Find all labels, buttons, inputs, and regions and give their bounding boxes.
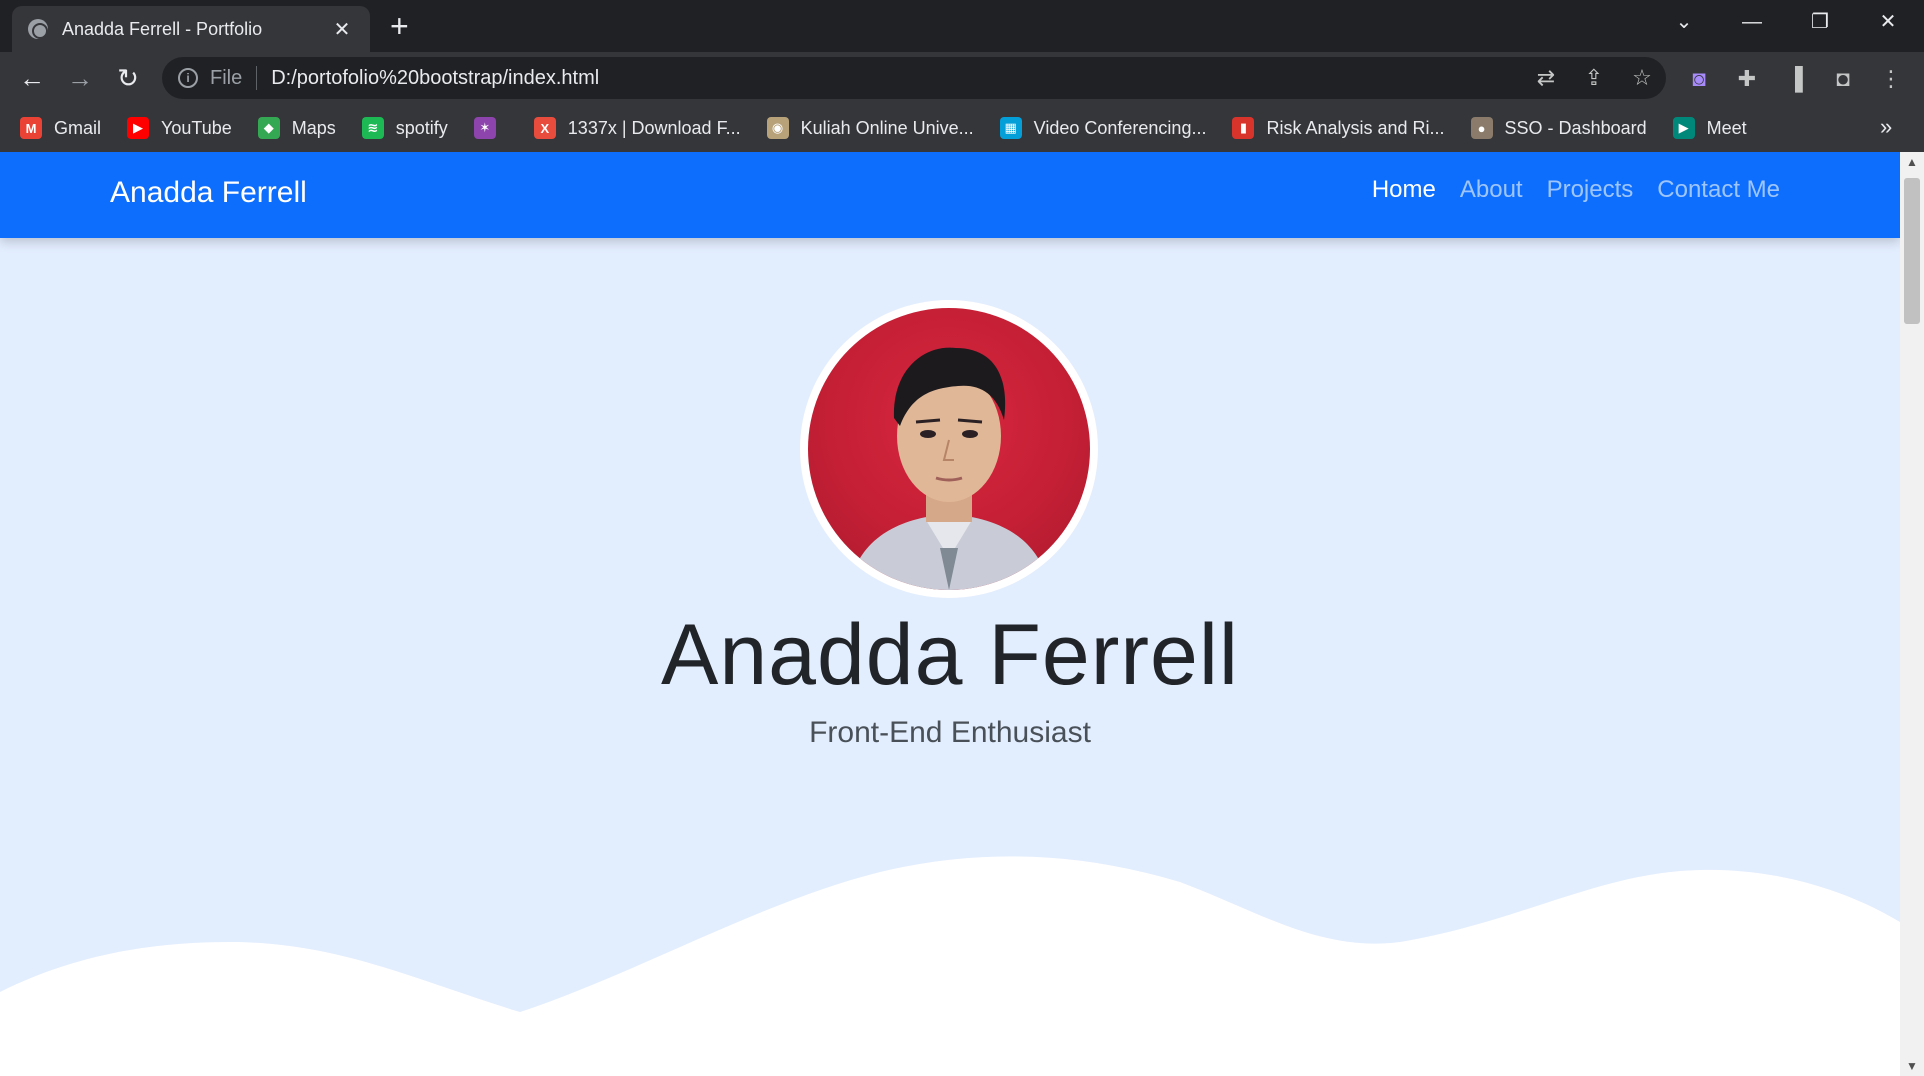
bookmark-item[interactable]: ● SSO - Dashboard [1470, 117, 1647, 139]
bookmark-item[interactable]: ▮ Risk Analysis and Ri... [1232, 117, 1445, 139]
menu-icon[interactable]: ⋮ [1874, 62, 1908, 96]
minimize-button[interactable]: — [1732, 6, 1772, 38]
chart-icon: ▮ [1232, 117, 1255, 139]
globe-icon [28, 19, 48, 39]
bookmark-label: Kuliah Online Unive... [800, 117, 974, 138]
address-bar[interactable]: i File D:/portofolio%20bootstrap/index.h… [162, 57, 1666, 99]
url-text[interactable]: D:/portofolio%20bootstrap/index.html [271, 67, 599, 90]
divider [256, 66, 258, 90]
extension-icon[interactable]: ◙ [1682, 62, 1716, 96]
bookmark-item[interactable]: ✶ [473, 117, 508, 139]
gmail-icon: M [20, 117, 42, 139]
scheme-label: File [210, 66, 243, 89]
site-navbar: Anadda Ferrell Home About Projects Conta… [0, 152, 1900, 238]
wave-divider [0, 856, 1900, 1076]
maps-icon: ◆ [257, 117, 280, 139]
tab-strip: Anadda Ferrell - Portfolio ✕ + ⌄ — ❐ ✕ [0, 0, 1924, 52]
profile-photo [800, 300, 1098, 598]
portrait-illustration [848, 347, 1050, 590]
side-panel-icon[interactable]: ▐ [1778, 62, 1812, 96]
bookmark-label: 1337x | Download F... [567, 117, 741, 138]
tab-close-icon[interactable]: ✕ [330, 17, 354, 42]
more-bookmarks-icon[interactable]: » [1880, 114, 1900, 140]
nav-link-projects[interactable]: Projects [1547, 176, 1634, 204]
sso-icon: ● [1470, 117, 1493, 139]
bookmark-item[interactable]: X 1337x | Download F... [533, 117, 741, 139]
spotify-icon: ≋ [361, 117, 384, 139]
translate-icon[interactable]: ⇄ [1522, 65, 1570, 91]
youtube-icon: ▶ [127, 117, 150, 139]
bookmark-label: Maps [291, 117, 336, 138]
bookmark-item[interactable]: M Gmail [20, 117, 101, 139]
bookmark-item[interactable]: ≋ spotify [361, 117, 448, 139]
bookmark-label: Meet [1706, 117, 1747, 138]
reload-button[interactable]: ↻ [110, 60, 146, 96]
nav-link-about[interactable]: About [1460, 176, 1523, 204]
bookmark-item[interactable]: ▶ Meet [1672, 117, 1747, 139]
restore-button[interactable]: ❐ [1800, 6, 1840, 38]
browser-toolbar: ← → ↻ i File D:/portofolio%20bootstrap/i… [0, 52, 1924, 104]
bookmark-item[interactable]: ▦ Video Conferencing... [999, 117, 1207, 139]
university-icon: ◉ [766, 117, 789, 139]
browser-tab[interactable]: Anadda Ferrell - Portfolio ✕ [12, 6, 370, 52]
puzzle-icon[interactable]: ✚ [1730, 62, 1764, 96]
meet-icon: ▶ [1672, 117, 1695, 139]
bookmark-item[interactable]: ▶ YouTube [127, 117, 232, 139]
bookmark-label: Video Conferencing... [1033, 117, 1207, 138]
scroll-thumb[interactable] [1904, 178, 1920, 324]
hero-name: Anadda Ferrell [660, 607, 1240, 703]
share-icon[interactable]: ⇪ [1570, 65, 1618, 91]
back-button[interactable]: ← [14, 60, 50, 96]
page-scrollbar[interactable]: ▲ ▼ [1900, 152, 1924, 1076]
bookmark-label: Risk Analysis and Ri... [1266, 117, 1445, 138]
nav-link-home[interactable]: Home [1372, 176, 1436, 204]
bookmark-label: Gmail [54, 117, 102, 138]
omnibox-actions: ⇄ ⇪ ☆ [1522, 57, 1666, 99]
page-viewport: Anadda Ferrell Home About Projects Conta… [0, 152, 1900, 1076]
hero-subtitle: Front-End Enthusiast [809, 716, 1091, 749]
pinwheel-icon: ✶ [473, 117, 496, 139]
bookmark-item[interactable]: ◆ Maps [257, 117, 336, 139]
info-icon[interactable]: i [178, 68, 198, 88]
scroll-up-arrow-icon[interactable]: ▲ [1900, 152, 1924, 172]
bookmark-label: YouTube [161, 117, 232, 138]
bookmark-label: SSO - Dashboard [1504, 117, 1647, 138]
tab-title: Anadda Ferrell - Portfolio [62, 18, 263, 39]
new-tab-button[interactable]: + [390, 10, 409, 42]
bookmark-star-icon[interactable]: ☆ [1618, 65, 1666, 91]
forward-button[interactable]: → [62, 60, 98, 96]
cisco-icon: ▦ [999, 117, 1022, 139]
x-icon: X [533, 117, 556, 139]
bookmark-label: spotify [395, 117, 448, 138]
scroll-down-arrow-icon[interactable]: ▼ [1900, 1056, 1924, 1076]
bookmark-item[interactable]: ◉ Kuliah Online Unive... [766, 117, 974, 139]
profile-photo-image [808, 308, 1090, 590]
tab-search-icon[interactable]: ⌄ [1664, 6, 1704, 38]
bookmarks-bar: M Gmail ▶ YouTube ◆ Maps ≋ spotify ✶ X 1337x | Dow… [0, 104, 1924, 152]
nav-link-contact[interactable]: Contact Me [1657, 176, 1780, 204]
navbar-brand[interactable]: Anadda Ferrell [110, 176, 307, 210]
close-window-button[interactable]: ✕ [1868, 6, 1908, 38]
navbar-links: Home About Projects Contact Me [1348, 176, 1780, 204]
profile-icon[interactable]: ◘ [1826, 62, 1860, 96]
